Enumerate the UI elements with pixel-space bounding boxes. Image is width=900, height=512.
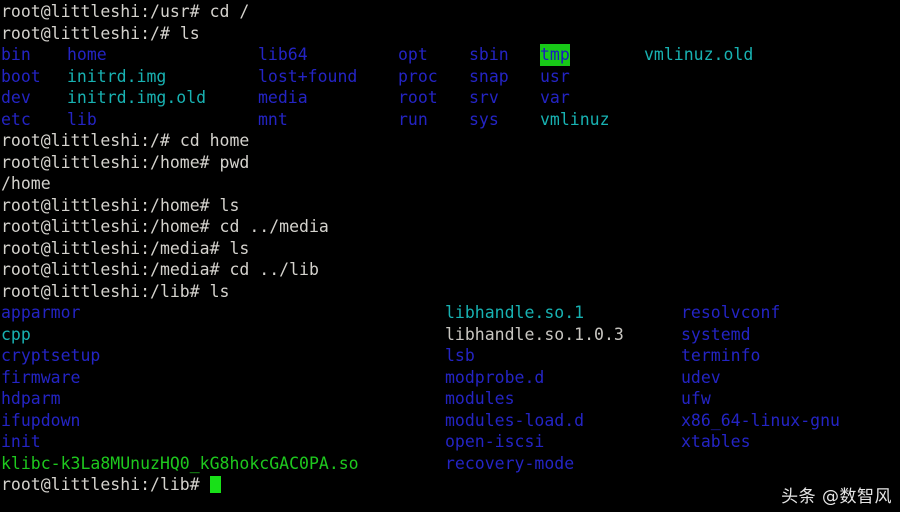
- file-entry: sys: [469, 109, 499, 129]
- file-entry: modprobe.d: [445, 367, 545, 387]
- terminal-line: root@littleshi:/home# ls: [1, 195, 329, 217]
- file-entry: lost+found: [258, 66, 358, 86]
- terminal-line: root@littleshi:/usr# cd /: [1, 1, 329, 23]
- file-entry: systemd: [681, 324, 751, 344]
- ls-entry-row: dev initrd.img.old media root srv var: [1, 87, 570, 109]
- file-entry: proc: [398, 66, 438, 86]
- file-entry: resolvconf: [681, 303, 781, 322]
- terminal-line-active[interactable]: root@littleshi:/lib#: [1, 474, 329, 496]
- ls-entry-row: bin home lib64 opt sbin tmp vmlinuz.old: [1, 44, 753, 66]
- command-text: cd /: [209, 2, 250, 21]
- shell-prompt: root@littleshi:/media#: [1, 260, 230, 279]
- shell-prompt: root@littleshi:/usr#: [1, 2, 210, 21]
- file-entry: apparmor: [1, 303, 81, 322]
- command-text: cd home: [179, 131, 250, 150]
- file-entry: dev: [1, 88, 31, 107]
- file-entry: media: [258, 88, 308, 107]
- terminal-line: root@littleshi:/media# ls: [1, 238, 329, 260]
- file-entry: initrd.img.old: [67, 88, 207, 107]
- terminal-line: root@littleshi:/home# pwd: [1, 152, 329, 174]
- shell-prompt: root@littleshi:/#: [1, 23, 180, 43]
- file-entry: sbin: [469, 45, 509, 64]
- terminal-line: root@littleshi:/home# cd ../media: [1, 216, 329, 238]
- file-entry: home: [67, 45, 107, 64]
- file-entry: lib: [67, 109, 97, 129]
- file-entry: cryptsetup: [1, 346, 101, 365]
- file-entry: mnt: [258, 109, 288, 129]
- file-entry: vmlinuz.old: [644, 45, 754, 64]
- shell-prompt: root@littleshi:/media#: [1, 238, 230, 258]
- command-text: cd ../media: [219, 217, 329, 236]
- file-entry: recovery-mode: [445, 453, 575, 473]
- file-entry: usr: [540, 66, 570, 86]
- command-text: ls: [209, 281, 230, 301]
- shell-prompt: root@littleshi:/home#: [1, 152, 220, 172]
- file-entry: run: [398, 109, 428, 129]
- file-entry: terminfo: [681, 346, 761, 365]
- file-entry: bin: [1, 45, 31, 64]
- file-entry: snap: [469, 66, 509, 86]
- file-entry: open-iscsi: [445, 432, 545, 451]
- shell-prompt: root@littleshi:/home#: [1, 195, 220, 215]
- shell-prompt: root@littleshi:/lib#: [1, 475, 210, 494]
- watermark: 头条 @数智风: [781, 486, 892, 507]
- terminal-line: root@littleshi:/lib# ls: [1, 281, 329, 303]
- text-cursor: [209, 476, 222, 493]
- file-entry: cpp: [1, 324, 31, 344]
- command-text: pwd: [219, 152, 250, 172]
- terminal-line: root@littleshi:/# cd home: [1, 130, 329, 152]
- file-entry: libhandle.so.1.0.3: [445, 324, 624, 344]
- file-entry: modules-load.d: [445, 410, 585, 430]
- command-text: cd ../lib: [229, 260, 319, 279]
- ls-entry-row: apparmor libhandle.so.1 resolvconf: [1, 302, 780, 324]
- file-entry: klibc-k3La8MUnuzHQ0_kG8hokcGAC0PA.so: [1, 453, 359, 473]
- terminal-line: /home: [1, 173, 329, 195]
- file-entry: lsb: [445, 346, 475, 365]
- file-entry: lib64: [258, 45, 308, 64]
- ls-entry-row: cpp libhandle.so.1.0.3 systemd: [1, 324, 751, 346]
- file-entry: boot: [1, 66, 41, 86]
- file-entry: libhandle.so.1: [445, 303, 585, 322]
- command-output: /home: [1, 174, 51, 193]
- ls-entry-row: boot initrd.img lost+found proc snap usr: [1, 66, 570, 88]
- shell-prompt: root@littleshi:/#: [1, 131, 180, 150]
- ls-output-root: bin home lib64 opt sbin tmp vmlinuz.old boot ini…: [1, 44, 753, 131]
- command-text: ls: [179, 23, 200, 43]
- file-entry: hdparm: [1, 389, 61, 408]
- terminal-line: root@littleshi:/media# cd ../lib: [1, 259, 329, 281]
- file-entry: vmlinuz: [540, 109, 610, 129]
- ls-entry-row: etc lib mnt run sys vmlinuz: [1, 109, 610, 131]
- file-entry: firmware: [1, 367, 81, 387]
- file-entry: var: [540, 88, 570, 107]
- file-entry: srv: [469, 88, 499, 107]
- terminal-line: root@littleshi:/# ls: [1, 23, 329, 45]
- ls-entry-row: klibc-k3La8MUnuzHQ0_kG8hokcGAC0PA.so reco…: [1, 453, 574, 475]
- ls-entry-row: firmware modprobe.d udev: [1, 367, 721, 389]
- command-text: ls: [219, 195, 240, 215]
- file-entry: tmp: [540, 44, 570, 66]
- file-entry: ifupdown: [1, 410, 81, 430]
- ls-entry-row: cryptsetup lsb terminfo: [1, 345, 760, 367]
- ls-entry-row: ifupdown modules-load.d x86_64-linux-gnu: [1, 410, 840, 432]
- file-entry: opt: [398, 45, 428, 64]
- file-entry: initrd.img: [67, 66, 167, 86]
- file-entry: xtables: [681, 432, 751, 451]
- file-entry: udev: [681, 367, 721, 387]
- ls-entry-row: init open-iscsi xtables: [1, 431, 751, 453]
- command-text: ls: [229, 238, 250, 258]
- file-entry: etc: [1, 109, 31, 129]
- file-entry: modules: [445, 389, 515, 408]
- file-entry: x86_64-linux-gnu: [681, 410, 840, 430]
- file-entry: root: [398, 88, 438, 107]
- ls-output-lib: apparmor libhandle.so.1 resolvconf cpp libha…: [1, 302, 840, 475]
- terminal-screen: root@littleshi:/usr# cd / root@littleshi…: [0, 0, 840, 496]
- ls-entry-row: hdparm modules ufw: [1, 388, 711, 410]
- shell-prompt: root@littleshi:/home#: [1, 217, 220, 236]
- file-entry: ufw: [681, 389, 711, 408]
- file-entry: init: [1, 432, 41, 451]
- terminal-window[interactable]: root@littleshi:/usr# cd / root@littleshi…: [0, 0, 900, 512]
- shell-prompt: root@littleshi:/lib#: [1, 281, 210, 301]
